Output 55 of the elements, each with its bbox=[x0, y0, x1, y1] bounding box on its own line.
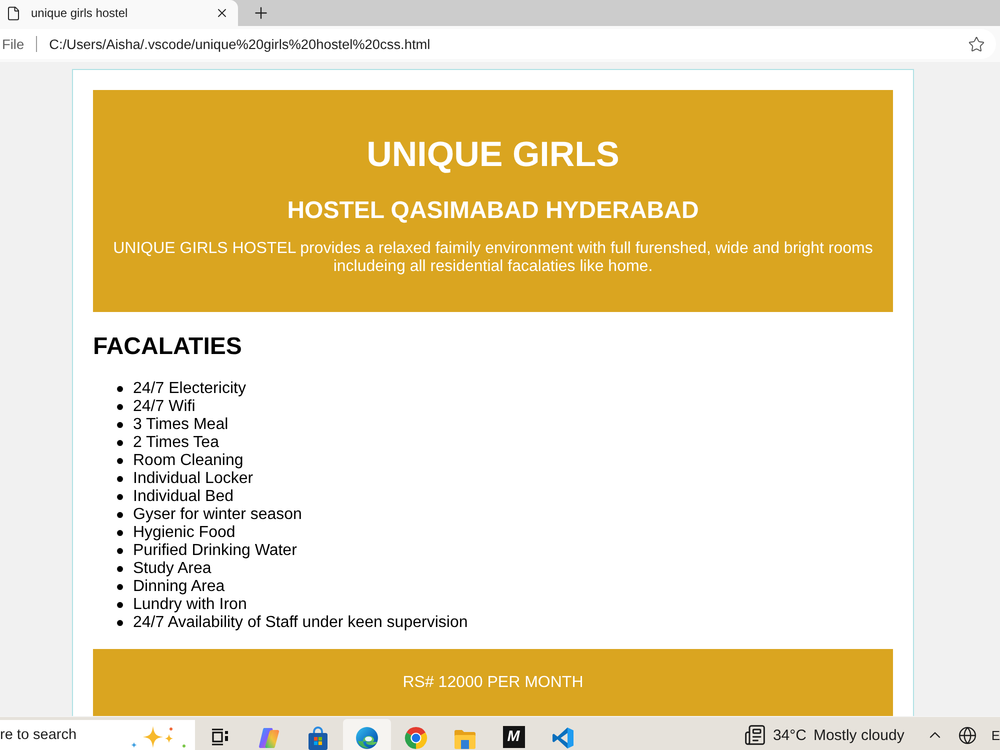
facility-item: Dinning Area bbox=[133, 578, 225, 596]
facility-item: Gyser for winter season bbox=[133, 506, 302, 524]
facility-item: Individual Bed bbox=[133, 488, 234, 506]
language-indicator[interactable]: E bbox=[991, 728, 1000, 742]
globe-icon[interactable] bbox=[958, 726, 978, 744]
bullet-icon bbox=[117, 548, 123, 554]
bullet-icon bbox=[117, 494, 123, 500]
address-bar[interactable]: File C:/Users/Aisha/.vscode/unique%20girls%20hostel%20css.html bbox=[0, 29, 996, 59]
facility-item: 24/7 Availability of Staff under keen supervision bbox=[133, 614, 468, 632]
weather-condition: Mostly cloudy bbox=[813, 726, 904, 744]
star-icon[interactable] bbox=[968, 36, 985, 52]
bullet-icon bbox=[117, 404, 123, 410]
price-banner: RS# 12000 PER MONTH bbox=[93, 649, 893, 716]
search-field[interactable]: re to search bbox=[0, 720, 125, 750]
bullet-icon bbox=[117, 458, 123, 464]
facility-item: 24/7 Wifi bbox=[133, 398, 196, 416]
url-text[interactable]: C:/Users/Aisha/.vscode/unique%20girls%20hostel%20css.html bbox=[49, 36, 968, 52]
browser-tab[interactable]: unique girls hostel bbox=[0, 0, 238, 26]
facility-item: Lundry with Iron bbox=[133, 596, 247, 614]
section-heading: FACALATIES bbox=[93, 333, 243, 361]
facility-item: Individual Locker bbox=[133, 470, 254, 488]
bullet-icon bbox=[117, 602, 123, 608]
facility-item: Study Area bbox=[133, 560, 212, 578]
close-icon[interactable] bbox=[215, 6, 229, 20]
gradient-swirl-icon[interactable] bbox=[256, 726, 280, 750]
facility-item: Purified Drinking Water bbox=[133, 542, 297, 560]
hostel-description: UNIQUE GIRLS HOSTEL provides a relaxed faimily environment with full furenshed, wide and bright rooms includeing all residential facalaties like home. bbox=[112, 240, 874, 276]
bullet-icon bbox=[117, 440, 123, 446]
facility-item: 24/7 Electericity bbox=[133, 380, 246, 398]
hostel-subtitle: HOSTEL QASIMABAD HYDERABAD bbox=[286, 197, 700, 225]
tricolor-circle-icon[interactable] bbox=[404, 726, 428, 750]
facility-item: 2 Times Tea bbox=[133, 434, 219, 452]
facility-item: Hygienic Food bbox=[133, 524, 236, 542]
hostel-title: UNIQUE GIRLS bbox=[366, 135, 620, 175]
file-icon bbox=[6, 6, 21, 20]
facility-item: 3 Times Meal bbox=[133, 416, 228, 434]
temperature-text: 34°C bbox=[772, 726, 806, 744]
shopping-bag-icon[interactable] bbox=[306, 726, 330, 750]
plus-icon[interactable] bbox=[252, 4, 270, 22]
taskbar-app-button[interactable] bbox=[342, 719, 390, 750]
bullet-icon bbox=[117, 386, 123, 392]
bullet-icon bbox=[117, 422, 123, 428]
task-view-icon[interactable] bbox=[210, 727, 230, 747]
ribbon-icon[interactable] bbox=[550, 726, 574, 750]
bullet-icon bbox=[117, 620, 123, 626]
site-info-button[interactable]: File bbox=[0, 36, 24, 52]
bullet-icon bbox=[117, 566, 123, 572]
bullet-icon bbox=[117, 476, 123, 482]
bullet-icon bbox=[117, 512, 123, 518]
letter-tile[interactable]: M bbox=[502, 726, 524, 748]
facility-item: Room Cleaning bbox=[133, 452, 244, 470]
bullet-icon bbox=[117, 584, 123, 590]
newspaper-icon[interactable] bbox=[744, 724, 766, 746]
swirl-circle-icon[interactable] bbox=[354, 726, 378, 750]
bullet-icon bbox=[117, 530, 123, 536]
